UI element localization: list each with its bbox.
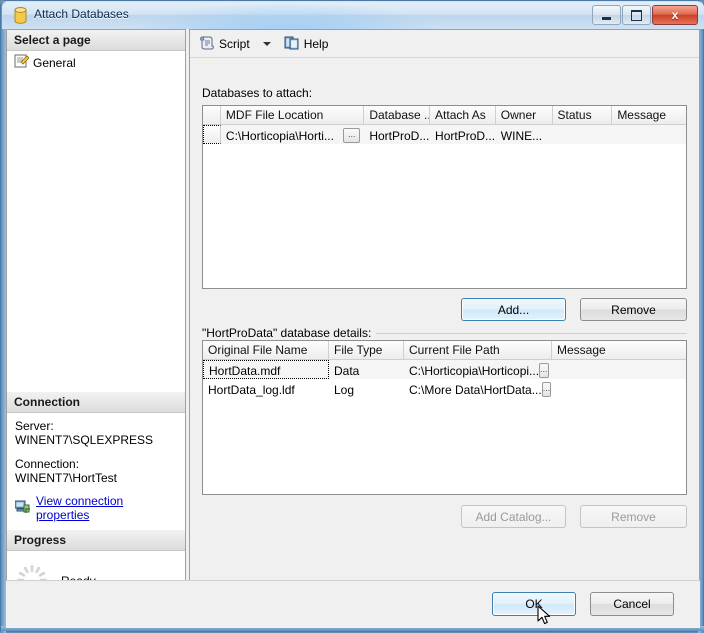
client-area: Select a page General Connection Server:… [6, 29, 700, 628]
column-header-original-file-name[interactable]: Original File Name [203, 341, 329, 359]
cell-database-name[interactable]: HortProD... [364, 125, 430, 144]
column-header-current-file-path[interactable]: Current File Path [404, 341, 552, 359]
cell-details-message[interactable] [552, 379, 686, 398]
column-header-attach-as[interactable]: Attach As [430, 106, 496, 124]
select-a-page-header: Select a page [7, 30, 185, 51]
cell-mdf-file-location-text: C:\Horticopia\Horti... [225, 128, 334, 143]
cell-current-file-path[interactable]: C:\More Data\HortData... ... [404, 379, 552, 398]
maximize-icon [623, 6, 650, 24]
column-header-mdf-file-location[interactable]: MDF File Location [220, 106, 365, 124]
page-list: General [7, 51, 185, 72]
help-label: Help [303, 36, 329, 51]
row-selector-header [203, 106, 221, 124]
cell-owner[interactable]: WINE... [496, 125, 553, 144]
grid-header-row: MDF File Location Database ... Attach As… [203, 106, 686, 125]
attach-databases-window: Attach Databases x Select a page General… [0, 0, 704, 633]
minimize-button[interactable] [592, 5, 621, 25]
table-row[interactable]: C:\Horticopia\Horti... ... HortProD... H… [203, 125, 686, 144]
cell-status[interactable] [553, 125, 613, 144]
cell-current-file-path[interactable]: C:\Horticopia\Horticopi... ... [404, 360, 552, 379]
connection-header: Connection [7, 392, 185, 413]
table-row[interactable]: HortData_log.ldf Log C:\More Data\HortDa… [203, 379, 686, 398]
browse-button[interactable]: ... [539, 363, 549, 378]
page-selection-pane: Select a page General Connection Server:… [6, 29, 186, 610]
maximize-button[interactable] [622, 5, 651, 25]
cell-file-type[interactable]: Data [329, 360, 404, 379]
column-header-details-message[interactable]: Message [552, 341, 686, 359]
progress-header: Progress [7, 530, 185, 551]
add-catalog-button[interactable]: Add Catalog... [461, 505, 566, 528]
column-header-status[interactable]: Status [552, 106, 613, 124]
cell-message[interactable] [612, 125, 686, 144]
window-controls: x [591, 5, 698, 26]
row-selector-cell[interactable] [203, 125, 221, 144]
table-row[interactable]: HortData.mdf Data C:\Horticopia\Horticop… [203, 360, 686, 379]
close-icon: x [671, 8, 679, 22]
column-header-owner[interactable]: Owner [495, 106, 553, 124]
database-icon [14, 7, 27, 24]
connection-value: WINENT7\HortTest [15, 471, 118, 485]
content-area: Databases to attach: MDF File Location D… [190, 58, 699, 609]
add-button[interactable]: Add... [461, 298, 566, 321]
details-remove-button[interactable]: Remove [580, 505, 687, 528]
server-connection-icon [14, 500, 31, 517]
window-title: Attach Databases [34, 7, 129, 21]
remove-button[interactable]: Remove [580, 298, 687, 321]
main-pane: Script Help Databases to attach: MDF Fil… [189, 29, 700, 610]
cell-mdf-file-location[interactable]: C:\Horticopia\Horti... ... [221, 125, 364, 144]
cell-details-message[interactable] [552, 360, 686, 379]
dialog-button-bar: OK Cancel [6, 580, 700, 626]
close-button[interactable]: x [652, 5, 698, 25]
cell-current-file-path-text: C:\More Data\HortData... [409, 382, 542, 397]
view-connection-properties-link[interactable]: View connection properties [36, 494, 177, 522]
browse-button[interactable]: ... [343, 128, 361, 143]
database-details-label: "HortProData" database details: [202, 326, 377, 340]
cell-original-file-name[interactable]: HortData.mdf [203, 360, 329, 379]
details-header-row: Original File Name File Type Current Fil… [203, 341, 686, 360]
title-bar-glow [122, 2, 452, 29]
ok-button[interactable]: OK [492, 592, 576, 616]
cell-current-file-path-text: C:\Horticopia\Horticopi... [409, 363, 540, 378]
toolbar: Script Help [190, 30, 699, 58]
connection-section: Connection Server: WINENT7\SQLEXPRESS Co… [7, 392, 185, 609]
connection-label: Connection: [15, 457, 80, 471]
minimize-icon [593, 6, 620, 24]
cancel-button[interactable]: Cancel [590, 592, 674, 616]
title-bar[interactable]: Attach Databases x [2, 2, 704, 29]
script-scroll-icon [199, 35, 215, 53]
databases-to-attach-label: Databases to attach: [202, 86, 313, 100]
sidebar-item-general[interactable]: General [12, 53, 185, 72]
server-value: WINENT7\SQLEXPRESS [15, 433, 154, 447]
help-button[interactable]: Help [279, 33, 334, 55]
column-header-database-name[interactable]: Database ... [364, 106, 431, 124]
server-label: Server: [15, 419, 54, 433]
help-book-icon [284, 35, 300, 53]
cell-original-file-name[interactable]: HortData_log.ldf [203, 379, 329, 398]
connection-body: Server: WINENT7\SQLEXPRESS Connection: W… [7, 413, 185, 530]
sidebar-item-general-label: General [33, 55, 76, 70]
page-icon [14, 54, 30, 71]
column-header-file-type[interactable]: File Type [329, 341, 404, 359]
column-header-message[interactable]: Message [612, 106, 686, 124]
script-button[interactable]: Script [194, 33, 255, 55]
view-connection-properties-row[interactable]: View connection properties [14, 494, 177, 522]
database-details-grid[interactable]: Original File Name File Type Current Fil… [202, 340, 687, 495]
chevron-down-icon[interactable] [262, 41, 271, 46]
cell-attach-as[interactable]: HortProD... [430, 125, 496, 144]
script-label: Script [219, 36, 250, 51]
databases-to-attach-grid[interactable]: MDF File Location Database ... Attach As… [202, 105, 687, 289]
cell-file-type[interactable]: Log [329, 379, 404, 398]
browse-button[interactable]: ... [541, 382, 552, 397]
